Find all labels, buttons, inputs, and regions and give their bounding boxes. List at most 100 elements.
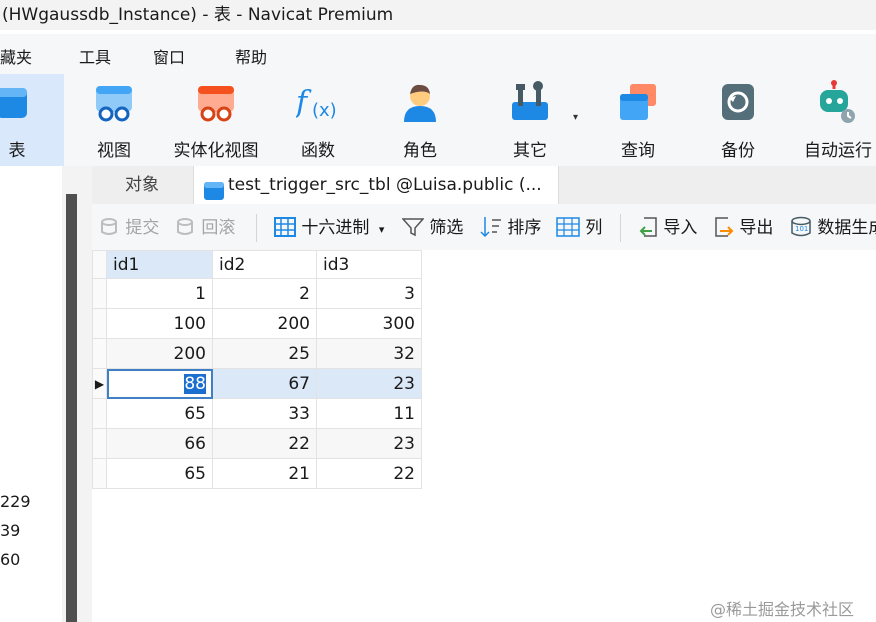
svg-text:101: 101 [795,225,808,233]
table-cell[interactable]: 100 [106,308,213,339]
table-cell[interactable]: 200 [106,338,213,369]
svg-text:f: f [296,85,312,120]
row-indicator[interactable] [92,278,107,309]
table-cell[interactable]: 300 [316,308,422,339]
rollback-button[interactable]: 回滚 [176,216,235,240]
menu-item-window[interactable]: 窗口 [153,44,185,68]
table-row[interactable]: 65 33 11 [92,398,422,429]
tree-item-value[interactable]: 39 [0,521,20,540]
menu-item-help[interactable]: 帮助 [235,44,267,68]
ribbon-automation-button[interactable]: 自动运行 [800,74,876,166]
ribbon-materialized-view-button[interactable]: 实体化视图 [170,74,262,166]
menu-item-favorites[interactable]: 藏夹 [0,44,32,68]
function-icon: f (x) [294,80,340,124]
ribbon-role-button[interactable]: 角色 [396,74,444,166]
table-cell[interactable]: 32 [316,338,422,369]
sort-button[interactable]: 排序 [480,216,541,240]
menu-bar: 藏夹 工具 窗口 帮助 [0,34,876,74]
hex-grid-icon [274,217,296,237]
ribbon-query-button[interactable]: 查询 [614,74,662,166]
view-icon [92,80,136,124]
object-tree-panel[interactable]: 229 39 60 [0,166,66,622]
backup-icon [716,80,760,124]
import-button[interactable]: 导入 [638,216,697,240]
ribbon-view-button[interactable]: 视图 [90,74,138,166]
import-icon [639,217,657,237]
column-header-id3[interactable]: id3 [316,250,422,279]
ribbon-backup-label: 备份 [721,141,755,161]
toolbar-divider [620,214,621,242]
table-cell-editing[interactable]: 88 [106,368,213,399]
ribbon-role-label: 角色 [403,141,437,161]
table-row-selected[interactable]: ▶ 88 67 23 [92,368,422,399]
table-cell[interactable]: 21 [212,458,317,489]
filter-button[interactable]: 筛选 [401,216,463,240]
materialized-view-icon [194,80,238,124]
row-indicator[interactable] [92,308,107,339]
row-indicator[interactable] [92,428,107,459]
table-cell[interactable]: 2 [212,278,317,309]
tree-item-value[interactable]: 229 [0,492,31,511]
data-toolbar: 提交 回滚 十六进制 ▾ 筛选 排序 列 导入 导出 101 数据生成 [92,204,876,250]
rollback-label: 回滚 [201,218,236,238]
export-icon [715,217,734,237]
table-cell[interactable]: 33 [212,398,317,429]
svg-text:(x): (x) [312,100,337,121]
sort-label: 排序 [507,218,542,238]
table-cell[interactable]: 66 [106,428,213,459]
export-button[interactable]: 导出 [714,216,773,240]
hex-button[interactable]: 十六进制 ▾ [274,216,384,240]
current-row-marker-icon[interactable]: ▶ [92,368,107,399]
commit-button[interactable]: 提交 [100,216,159,240]
tab-table-title: test_trigger_src_tbl @Luisa.public (... [228,175,542,195]
ribbon-function-label: 函数 [301,141,335,161]
table-cell[interactable]: 25 [212,338,317,369]
menu-item-tools[interactable]: 工具 [79,44,111,68]
table-cell[interactable]: 11 [316,398,422,429]
row-indicator[interactable] [92,338,107,369]
table-row[interactable]: 200 25 32 [92,338,422,369]
selected-cell-text[interactable]: 88 [184,373,206,394]
table-icon [204,176,224,204]
column-header-id1[interactable]: id1 [106,250,213,279]
ribbon-others-label: 其它 [513,141,547,161]
ribbon-backup-button[interactable]: 备份 [714,74,762,166]
grid-header-row: id1 id2 id3 [92,250,422,279]
table-cell[interactable]: 3 [316,278,422,309]
ribbon-function-button[interactable]: f (x) 函数 [294,74,342,166]
vertical-scrollbar[interactable] [66,194,77,622]
columns-button[interactable]: 列 [556,216,602,240]
data-generation-button[interactable]: 101 数据生成 [790,216,876,240]
hex-label: 十六进制 [301,218,370,238]
data-grid[interactable]: id1 id2 id3 1 2 3 100 200 300 200 25 32 … [92,250,422,489]
table-cell[interactable]: 65 [106,458,213,489]
tab-objects[interactable]: 对象 [92,166,192,204]
table-row[interactable]: 66 22 23 [92,428,422,459]
watermark: @稀土掘金技术社区 [710,600,855,619]
table-row[interactable]: 65 21 22 [92,458,422,489]
row-indicator[interactable] [92,458,107,489]
table-cell[interactable]: 23 [316,428,422,459]
data-generation-label: 数据生成 [817,218,876,238]
ribbon-table-button[interactable]: 表 [0,74,64,166]
table-cell[interactable]: 200 [212,308,317,339]
table-row[interactable]: 1 2 3 [92,278,422,309]
ribbon-view-label: 视图 [97,141,131,161]
table-cell[interactable]: 65 [106,398,213,429]
tree-item-value[interactable]: 60 [0,550,20,569]
main-ribbon: 表 视图 实体化视图 f (x) 函数 角色 其它 ▾ 查询 备份 自动运行 [0,74,876,167]
columns-label: 列 [585,218,603,238]
table-cell[interactable]: 23 [316,368,422,399]
table-cell[interactable]: 22 [212,428,317,459]
ribbon-others-button[interactable]: 其它 [506,74,554,166]
table-row[interactable]: 100 200 300 [92,308,422,339]
row-indicator[interactable] [92,398,107,429]
table-cell[interactable]: 22 [316,458,422,489]
table-cell[interactable]: 1 [106,278,213,309]
data-generation-icon: 101 [791,216,811,237]
column-header-id2[interactable]: id2 [212,250,317,279]
table-cell[interactable]: 67 [212,368,317,399]
commit-icon [101,218,117,235]
others-dropdown-caret-icon[interactable]: ▾ [573,112,578,123]
tab-table-data[interactable]: test_trigger_src_tbl @Luisa.public (... [193,166,559,204]
